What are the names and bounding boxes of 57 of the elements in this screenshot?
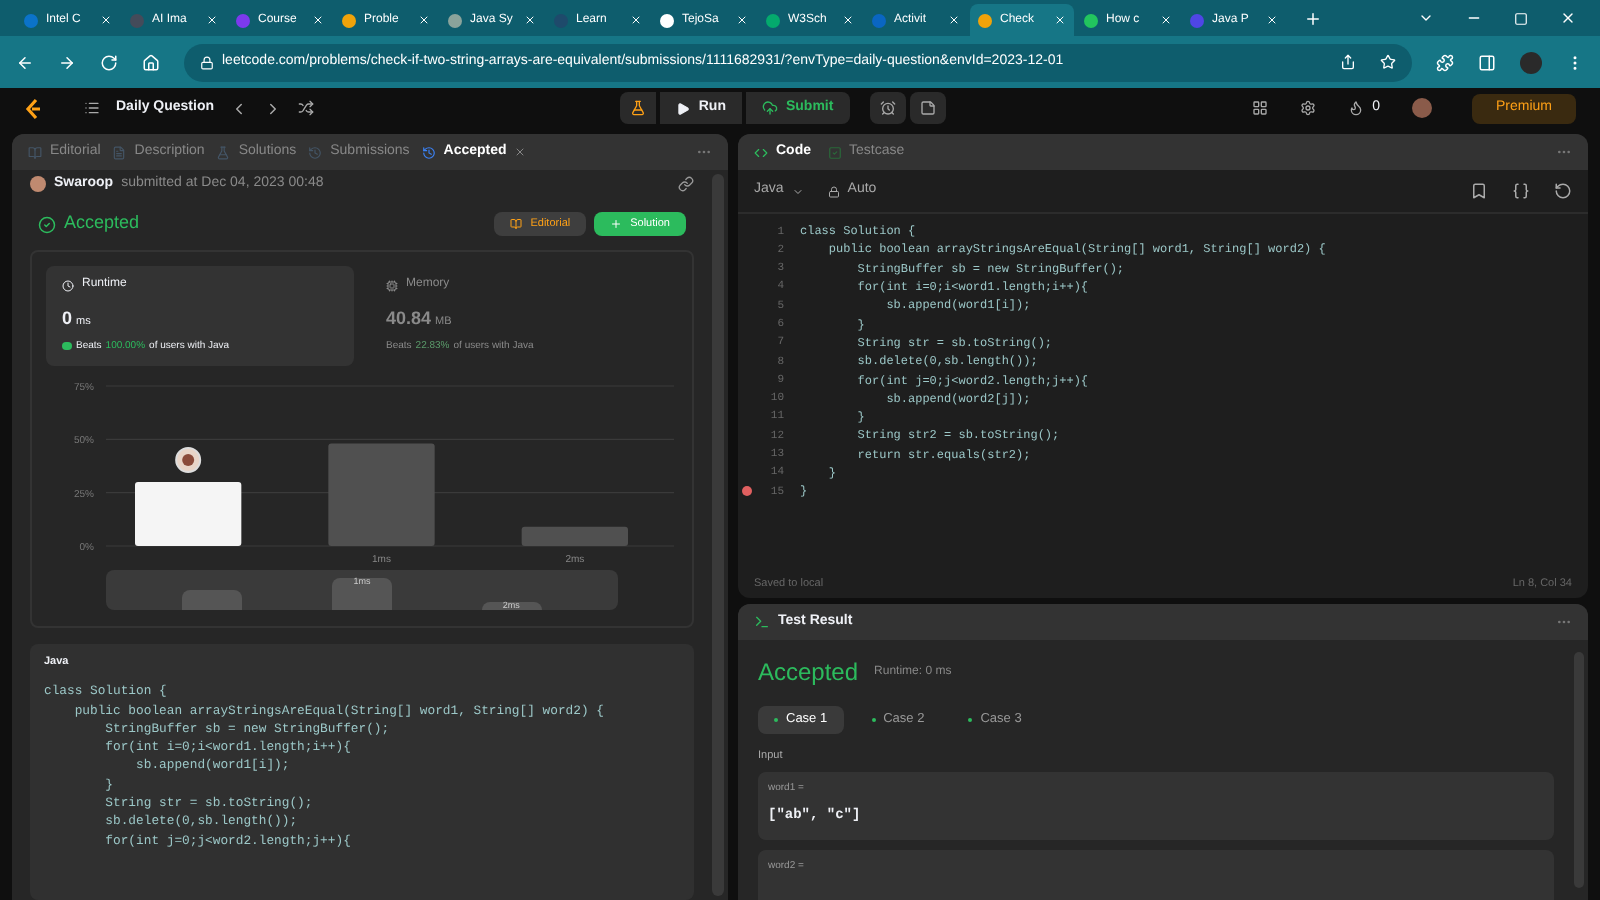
layout-icon bbox=[1252, 100, 1269, 116]
format-icon bbox=[1512, 182, 1530, 200]
note-icon bbox=[919, 100, 936, 116]
stat-value: 0 bbox=[62, 306, 73, 332]
code-icon bbox=[754, 145, 768, 159]
profile-avatar[interactable] bbox=[1411, 98, 1432, 118]
reload-icon bbox=[100, 53, 118, 71]
book-icon bbox=[510, 218, 523, 230]
user-avatar bbox=[30, 176, 46, 192]
side-panel-icon bbox=[1478, 53, 1496, 71]
tab-list-icon bbox=[1418, 10, 1434, 26]
maximize-icon bbox=[1514, 11, 1528, 25]
profile-avatar[interactable] bbox=[1520, 51, 1542, 73]
reset-icon bbox=[1554, 182, 1572, 200]
back-icon bbox=[16, 53, 34, 71]
forward-icon bbox=[58, 53, 76, 71]
checkbox-icon bbox=[827, 145, 841, 159]
shuffle-icon bbox=[298, 100, 315, 116]
share-icon[interactable] bbox=[1340, 54, 1356, 70]
settings-icon bbox=[1300, 100, 1317, 116]
extensions-icon bbox=[1436, 53, 1454, 71]
stat-value: 40.84 bbox=[386, 306, 432, 332]
chip-icon bbox=[386, 279, 398, 291]
plus-icon bbox=[610, 218, 623, 230]
clock-icon bbox=[62, 279, 74, 291]
alarm-clock-icon bbox=[879, 100, 896, 116]
close-icon bbox=[1560, 10, 1576, 26]
bookmark-icon bbox=[1470, 182, 1488, 200]
avatar-icon bbox=[175, 447, 202, 473]
tab-icon bbox=[28, 145, 42, 159]
tab-icon bbox=[421, 145, 436, 159]
flask-icon bbox=[630, 100, 647, 116]
list-icon bbox=[84, 100, 100, 116]
notes-button[interactable] bbox=[909, 92, 946, 124]
play-icon bbox=[676, 101, 691, 115]
star-icon[interactable] bbox=[1380, 54, 1396, 70]
debug-button[interactable] bbox=[620, 92, 657, 124]
lock-icon bbox=[200, 55, 214, 69]
new-tab-icon[interactable] bbox=[1304, 9, 1322, 27]
terminal-icon bbox=[754, 614, 770, 630]
cloud-upload-icon bbox=[761, 100, 778, 116]
flame-icon bbox=[1348, 100, 1365, 116]
beats-icon bbox=[62, 342, 72, 351]
tab-icon bbox=[112, 145, 127, 159]
check-circle-icon bbox=[38, 215, 56, 233]
overview-bar bbox=[182, 590, 243, 610]
chevron-down-icon bbox=[791, 185, 804, 197]
tab-icon bbox=[216, 145, 231, 159]
lock-icon bbox=[827, 185, 840, 197]
result-status: Accepted bbox=[758, 656, 859, 690]
logo-icon bbox=[24, 97, 44, 119]
status-text: Accepted bbox=[64, 210, 140, 237]
close-icon[interactable] bbox=[514, 146, 527, 158]
tab-icon bbox=[308, 145, 323, 159]
timer-button[interactable] bbox=[869, 92, 906, 124]
home-icon bbox=[142, 53, 160, 71]
link-icon bbox=[678, 176, 694, 192]
